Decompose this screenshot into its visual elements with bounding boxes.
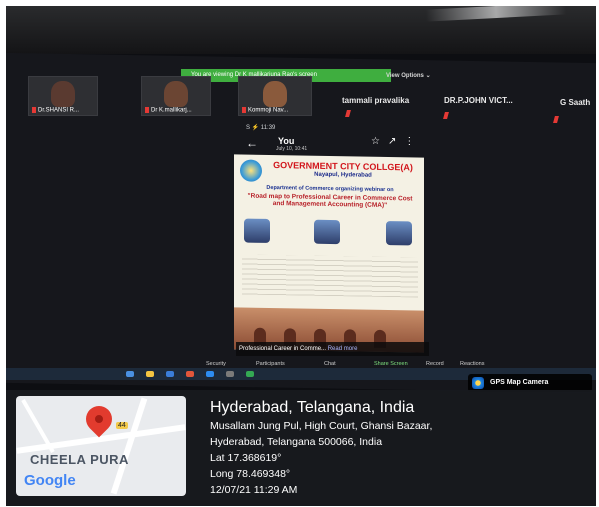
college-logo-icon <box>240 159 262 182</box>
map-pin-icon <box>80 400 118 438</box>
poster-body-text <box>242 254 418 298</box>
message-date: July 10, 10:41 <box>276 146 308 152</box>
participant-name: Dr K.mallikarj... <box>151 108 192 114</box>
phone-status-bar: S ⚡ 11:39 <box>246 125 276 131</box>
share-screen-button[interactable]: Share Screen <box>374 361 408 367</box>
back-arrow-icon[interactable]: ← <box>246 136 258 150</box>
location-address-line: Musallam Jung Pul, High Court, Ghansi Ba… <box>210 420 433 432</box>
read-more-link[interactable]: Read more <box>328 346 358 352</box>
location-address-line: Hyderabad, Telangana 500066, India <box>210 436 383 448</box>
speaker-photo <box>314 219 340 245</box>
google-logo: Google <box>24 472 76 489</box>
latitude: Lat 17.368619° <box>210 452 282 464</box>
poster-webinar-title: "Road map to Professional Career in Comm… <box>247 192 413 210</box>
chat-button[interactable]: Chat <box>324 361 336 367</box>
taskbar-app-icon[interactable] <box>226 371 234 377</box>
participant-tile[interactable]: Dr K.mallikarj... <box>141 76 211 116</box>
taskbar-app-icon[interactable] <box>126 371 134 377</box>
phone-action-icons[interactable]: ☆↗⋮ <box>371 136 422 147</box>
speaker-photo <box>244 218 270 243</box>
participant-name: DR.P.JOHN VICT... <box>444 96 513 105</box>
participant-avatar <box>51 81 75 107</box>
route-marker: 44 <box>116 422 128 429</box>
participant-avatar <box>263 81 287 107</box>
webinar-poster: GOVERNMENT CITY COLLGE(A) Nayapul, Hyder… <box>234 154 424 353</box>
record-button[interactable]: Record <box>426 361 444 367</box>
location-map: 44 CHEELA PURA Google <box>16 396 186 496</box>
taskbar-app-icon[interactable] <box>246 371 254 377</box>
taskbar-app-icon[interactable] <box>166 371 174 377</box>
muted-mic-icon <box>32 107 36 114</box>
muted-mic-icon <box>242 107 246 114</box>
longitude: Long 78.469348° <box>210 468 291 480</box>
reactions-button[interactable]: Reactions <box>460 361 484 367</box>
muted-mic-icon <box>145 107 149 114</box>
participant-avatar <box>164 81 188 107</box>
taskbar-app-icon[interactable] <box>146 371 154 377</box>
view-options-button[interactable]: View Options ⌄ <box>386 72 431 79</box>
location-city: Hyderabad, Telangana, India <box>210 399 415 416</box>
participant-name: Kommoji Nav... <box>248 108 289 114</box>
map-area-label: CHEELA PURA <box>30 452 129 467</box>
camera-app-icon <box>472 377 484 389</box>
security-button[interactable]: Security <box>206 361 226 367</box>
speaker-photo <box>386 220 412 246</box>
participants-button[interactable]: Participants <box>256 361 285 367</box>
capture-datetime: 12/07/21 11:29 AM <box>210 484 298 496</box>
taskbar-app-icon[interactable] <box>186 371 194 377</box>
participant-tile[interactable]: Dr.SHANSI R... <box>28 76 98 116</box>
participant-name: Dr.SHANSI R... <box>38 108 80 114</box>
taskbar-app-icon[interactable] <box>206 371 214 377</box>
participant-name: tammali pravalika <box>342 96 410 105</box>
message-caption: Professional Career in Comme... Read mor… <box>236 342 429 356</box>
phone-header: ← You July 10, 10:41 ☆↗⋮ <box>246 136 446 154</box>
participant-name: G Saath <box>560 98 591 107</box>
sender-name: You <box>278 136 295 146</box>
geotag-details: Hyderabad, Telangana, India Musallam Jun… <box>210 398 432 498</box>
participant-tile[interactable]: Kommoji Nav... <box>238 76 312 116</box>
